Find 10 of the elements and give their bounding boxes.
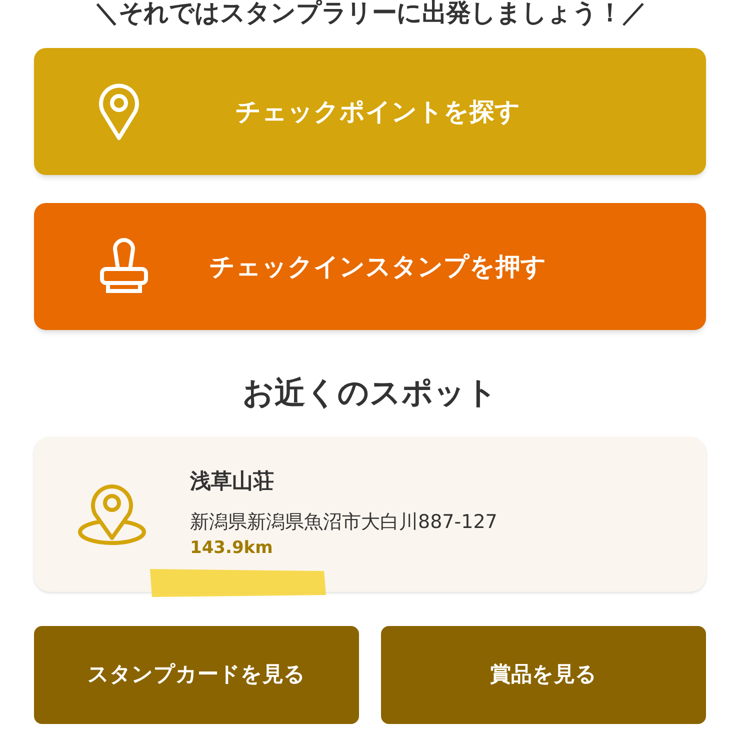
spot-distance: 143.9km — [190, 537, 274, 560]
section-heading: お近くのスポット — [242, 374, 498, 413]
nav-button[interactable]: 賞品を見る — [381, 626, 706, 724]
spot-name: 浅草山荘 — [190, 468, 275, 496]
action-button[interactable]: チェックインスタンプを押す — [34, 203, 706, 330]
location-pin-icon — [78, 482, 146, 546]
location-pin-icon — [98, 82, 140, 142]
spot-address: 新潟県新潟県魚沼市大白川887-127 — [190, 510, 498, 535]
nav-button[interactable]: スタンプカードを見る — [34, 626, 359, 724]
spot-card[interactable]: 浅草山荘 新潟県新潟県魚沼市大白川887-127 143.9km — [34, 436, 706, 592]
